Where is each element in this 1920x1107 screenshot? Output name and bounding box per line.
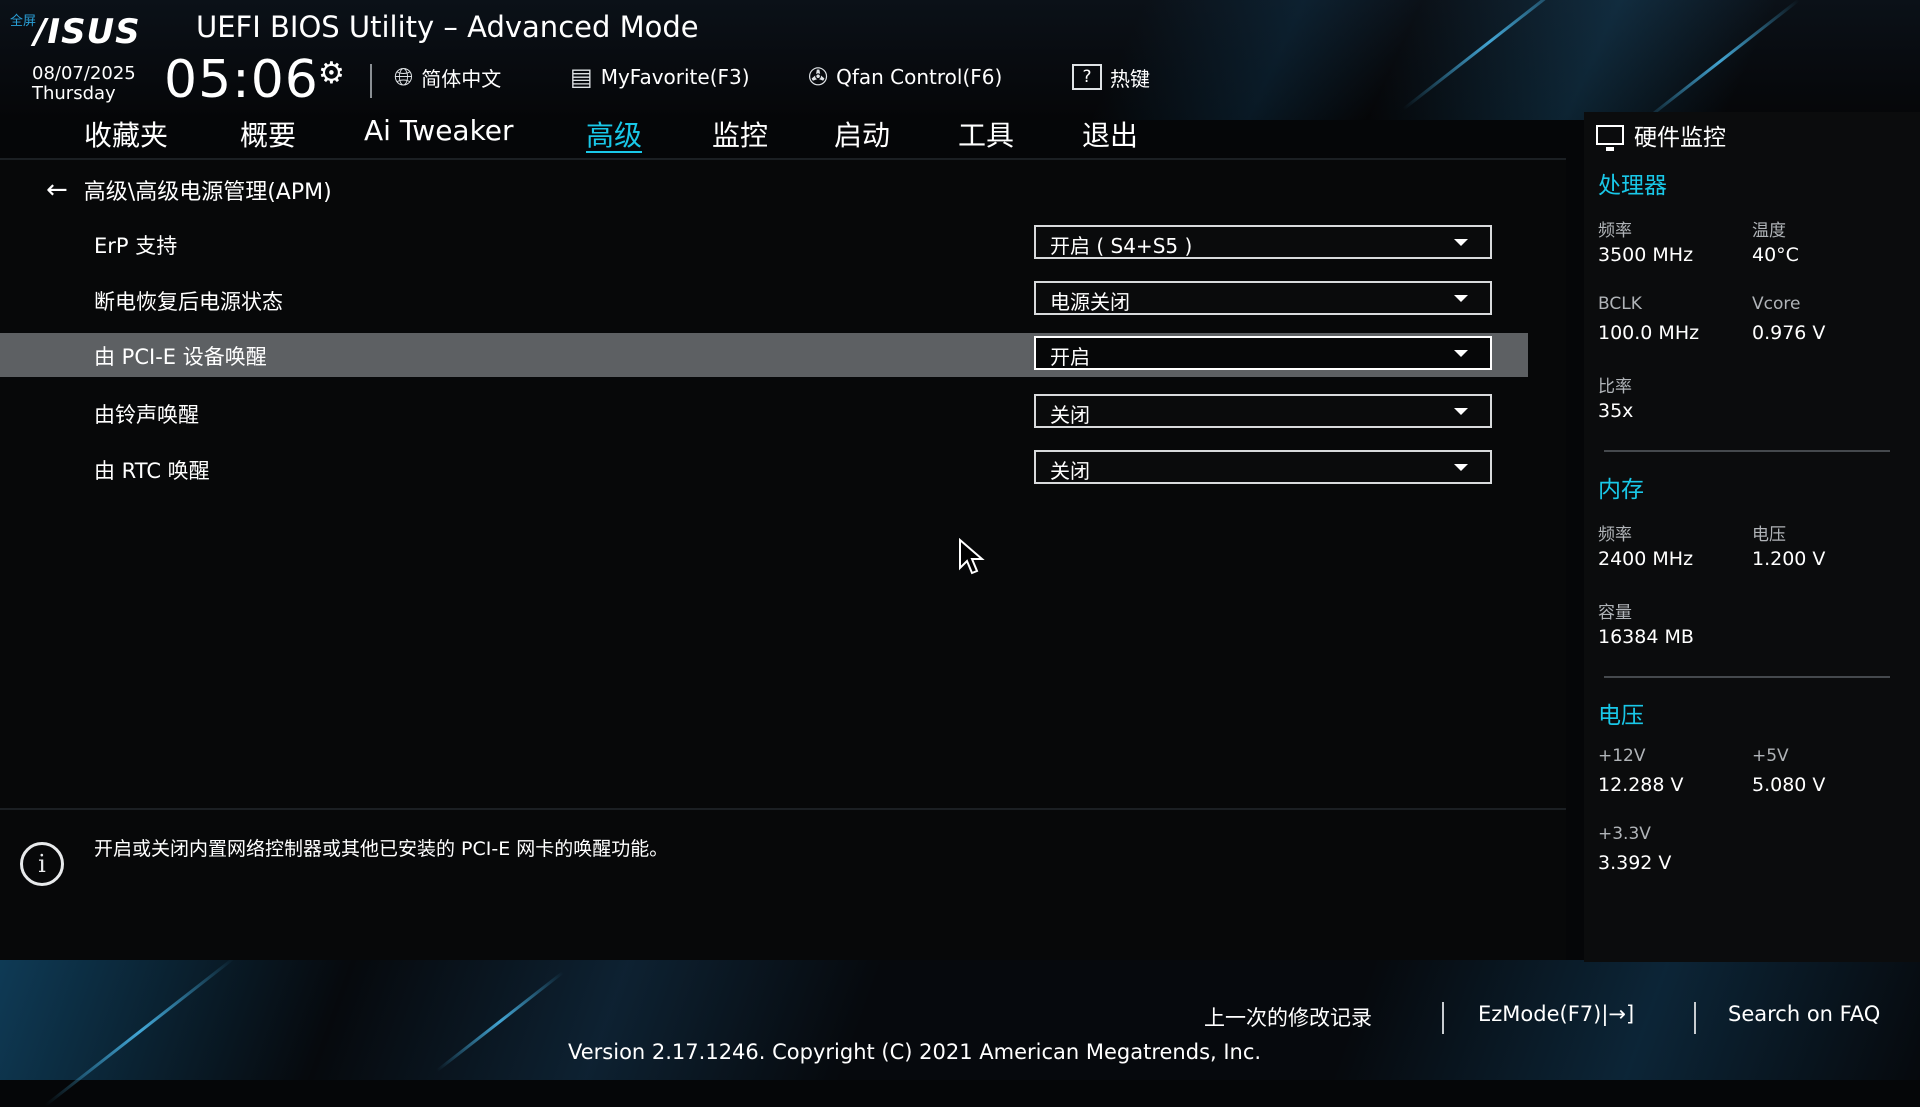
fullscreen-tag: 全屏 bbox=[10, 14, 37, 29]
bclk-value: 100.0 MHz bbox=[1598, 322, 1700, 344]
setting-row-ring-wake[interactable]: 由铃声唤醒 关闭 bbox=[0, 391, 1528, 435]
erp-dropdown[interactable]: 开启 ( S4+S5 ) bbox=[1034, 225, 1492, 259]
date-display: 08/07/2025 Thursday bbox=[32, 64, 136, 104]
tab-tool[interactable]: 工具 bbox=[958, 114, 1014, 154]
v5-label: +5V bbox=[1752, 746, 1789, 766]
setting-row-erp[interactable]: ErP 支持 开启 ( S4+S5 ) bbox=[0, 222, 1528, 266]
ring-wake-dropdown[interactable]: 关闭 bbox=[1034, 394, 1492, 428]
mem-volt-label: 电压 bbox=[1752, 525, 1786, 545]
tab-advanced[interactable]: 高级 bbox=[586, 114, 642, 154]
setting-label: 由铃声唤醒 bbox=[94, 403, 199, 427]
cpu-temp-value: 40°C bbox=[1752, 244, 1799, 266]
v5-value: 5.080 V bbox=[1752, 774, 1826, 796]
last-modified-button[interactable]: 上一次的修改记录 bbox=[1204, 1002, 1372, 1032]
fan-icon: ✇ bbox=[808, 63, 829, 91]
mouse-pointer-icon bbox=[959, 538, 985, 575]
tab-monitor[interactable]: 监控 bbox=[712, 114, 768, 154]
breadcrumb: ← 高级\高级电源管理(APM) bbox=[46, 174, 332, 206]
myfavorite-button[interactable]: ▤ MyFavorite(F3) bbox=[570, 62, 750, 92]
mem-freq-label: 频率 bbox=[1598, 525, 1632, 545]
globe-icon: 🌐︎ bbox=[394, 63, 414, 91]
v12-label: +12V bbox=[1598, 746, 1646, 766]
divider bbox=[0, 808, 1566, 810]
setting-row-pcie-wake[interactable]: 由 PCI-E 设备唤醒 开启 bbox=[0, 333, 1528, 377]
setting-row-rtc-wake[interactable]: 由 RTC 唤醒 关闭 bbox=[0, 447, 1528, 491]
qfan-label: Qfan Control(F6) bbox=[836, 65, 1003, 89]
dropdown-value: 开启 bbox=[1050, 345, 1090, 369]
dropdown-value: 关闭 bbox=[1050, 459, 1090, 483]
caret-down-icon bbox=[1454, 408, 1468, 415]
mem-volt-value: 1.200 V bbox=[1752, 548, 1826, 570]
hotkeys-label: 热键 bbox=[1110, 66, 1150, 91]
cpu-freq-value: 3500 MHz bbox=[1598, 244, 1694, 266]
tab-ai-tweaker[interactable]: Ai Tweaker bbox=[364, 114, 514, 147]
caret-down-icon bbox=[1454, 464, 1468, 471]
vcore-value: 0.976 V bbox=[1752, 322, 1826, 344]
setting-label: 由 PCI-E 设备唤醒 bbox=[94, 345, 267, 369]
caret-down-icon bbox=[1454, 239, 1468, 246]
mem-freq-value: 2400 MHz bbox=[1598, 548, 1694, 570]
back-arrow-icon[interactable]: ← bbox=[46, 175, 68, 205]
tab-exit[interactable]: 退出 bbox=[1082, 114, 1138, 154]
ratio-label: 比率 bbox=[1598, 377, 1632, 397]
tab-boot[interactable]: 启动 bbox=[834, 114, 890, 154]
date-text: 08/07/2025 bbox=[32, 63, 136, 84]
ratio-value: 35x bbox=[1598, 400, 1634, 422]
help-icon: ? bbox=[1072, 64, 1102, 90]
memory-section-title: 内存 bbox=[1598, 477, 1644, 503]
ezmode-button[interactable]: EzMode(F7)|→] bbox=[1478, 1002, 1634, 1026]
divider bbox=[0, 158, 1566, 160]
help-text: 开启或关闭内置网络控制器或其他已安装的 PCI-E 网卡的唤醒功能。 bbox=[94, 838, 669, 860]
clock: 05:06 bbox=[164, 50, 319, 110]
info-icon: i bbox=[20, 842, 64, 886]
mem-capacity-value: 16384 MB bbox=[1598, 626, 1694, 648]
caret-down-icon bbox=[1454, 350, 1468, 357]
setting-row-ac-power-loss[interactable]: 断电恢复后电源状态 电源关闭 bbox=[0, 278, 1528, 322]
footer-divider bbox=[1694, 1002, 1696, 1034]
setting-label: 由 RTC 唤醒 bbox=[94, 459, 210, 483]
search-faq-button[interactable]: Search on FAQ bbox=[1728, 1002, 1880, 1026]
app-title: UEFI BIOS Utility – Advanced Mode bbox=[196, 10, 699, 44]
cpu-temp-label: 温度 bbox=[1752, 221, 1786, 241]
footer-divider bbox=[1442, 1002, 1444, 1034]
breadcrumb-path: 高级\高级电源管理(APM) bbox=[83, 180, 332, 205]
caret-down-icon bbox=[1454, 295, 1468, 302]
version-text: Version 2.17.1246. Copyright (C) 2021 Am… bbox=[568, 1040, 1262, 1064]
language-label: 简体中文 bbox=[421, 66, 502, 91]
setting-label: 断电恢复后电源状态 bbox=[94, 290, 283, 314]
vcore-label: Vcore bbox=[1752, 294, 1801, 314]
bclk-label: BCLK bbox=[1598, 294, 1642, 314]
dropdown-value: 关闭 bbox=[1050, 403, 1090, 427]
pcie-wake-dropdown[interactable]: 开启 bbox=[1034, 336, 1492, 370]
dropdown-value: 电源关闭 bbox=[1050, 290, 1130, 314]
setting-label: ErP 支持 bbox=[94, 234, 178, 258]
qfan-control-button[interactable]: ✇ Qfan Control(F6) bbox=[808, 62, 1002, 92]
rtc-wake-dropdown[interactable]: 关闭 bbox=[1034, 450, 1492, 484]
toolbar-divider bbox=[370, 64, 372, 98]
tab-main[interactable]: 概要 bbox=[240, 114, 296, 154]
hw-divider bbox=[1604, 676, 1890, 678]
myfavorite-label: MyFavorite(F3) bbox=[600, 65, 750, 89]
v12-value: 12.288 V bbox=[1598, 774, 1684, 796]
v33-value: 3.392 V bbox=[1598, 852, 1672, 874]
hotkeys-button[interactable]: ? 热键 bbox=[1072, 62, 1150, 92]
monitor-icon bbox=[1596, 125, 1624, 151]
asus-logo: /ISUS bbox=[34, 12, 141, 52]
hardware-monitor-title: 硬件监控 bbox=[1596, 118, 1726, 152]
cpu-section-title: 处理器 bbox=[1598, 173, 1667, 199]
day-text: Thursday bbox=[32, 83, 116, 104]
dropdown-value: 开启 ( S4+S5 ) bbox=[1050, 234, 1193, 258]
voltage-section-title: 电压 bbox=[1598, 703, 1644, 729]
v33-label: +3.3V bbox=[1598, 824, 1651, 844]
mem-capacity-label: 容量 bbox=[1598, 603, 1632, 623]
tab-favorites[interactable]: 收藏夹 bbox=[84, 114, 168, 154]
hw-divider bbox=[1604, 450, 1890, 452]
hw-title-text: 硬件监控 bbox=[1634, 125, 1726, 151]
language-button[interactable]: 🌐︎ 简体中文 bbox=[394, 62, 501, 92]
power-loss-dropdown[interactable]: 电源关闭 bbox=[1034, 281, 1492, 315]
gear-icon[interactable]: ⚙ bbox=[318, 56, 345, 91]
cpu-freq-label: 频率 bbox=[1598, 221, 1632, 241]
keyboard-icon: ▤ bbox=[570, 63, 593, 91]
